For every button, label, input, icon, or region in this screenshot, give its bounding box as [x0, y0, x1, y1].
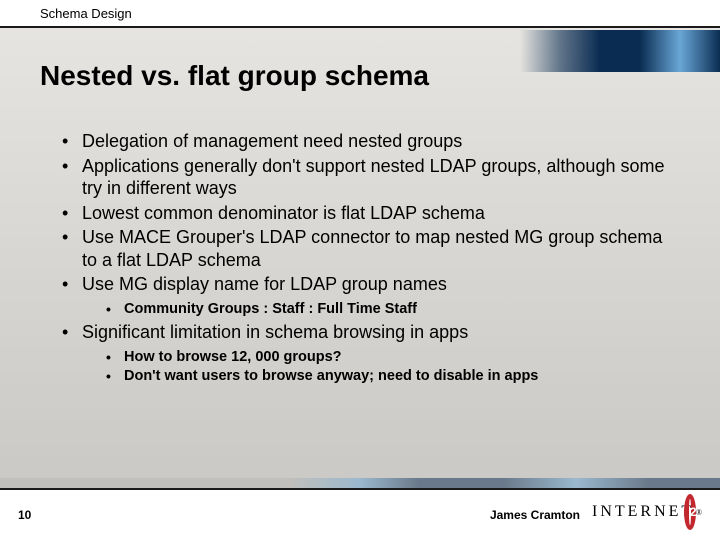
accent-strip — [520, 30, 720, 72]
footer: 10 James Cramton INTERNET 2 ® — [0, 488, 720, 540]
slide-number: 10 — [18, 508, 31, 522]
bullet-item: Delegation of management need nested gro… — [60, 130, 680, 153]
sub-bullet-list: How to browse 12, 000 groups? Don't want… — [82, 348, 680, 387]
bullet-item: Use MG display name for LDAP group names… — [60, 273, 680, 319]
internet2-logo: INTERNET 2 ® — [592, 490, 702, 534]
bullet-list: Delegation of management need nested gro… — [60, 130, 680, 387]
bullet-item: Applications generally don't support nes… — [60, 155, 680, 200]
section-label: Schema Design — [40, 6, 132, 21]
sub-bullet-list: Community Groups : Staff : Full Time Sta… — [82, 300, 680, 320]
slide: Schema Design Nested vs. flat group sche… — [0, 0, 720, 540]
content-area: Delegation of management need nested gro… — [60, 130, 680, 389]
sub-bullet-item: Community Groups : Staff : Full Time Sta… — [104, 300, 680, 320]
footer-accent — [0, 478, 720, 488]
sub-bullet-item: Don't want users to browse anyway; need … — [104, 367, 680, 387]
bullet-text: Significant limitation in schema browsin… — [82, 322, 468, 342]
slide-title: Nested vs. flat group schema — [40, 60, 429, 92]
sub-bullet-item: How to browse 12, 000 groups? — [104, 348, 680, 368]
bullet-item: Use MACE Grouper's LDAP connector to map… — [60, 226, 680, 271]
logo-ring-icon: 2 — [684, 494, 696, 530]
bullet-text: Use MG display name for LDAP group names — [82, 274, 447, 294]
bullet-item: Significant limitation in schema browsin… — [60, 321, 680, 387]
bullet-item: Lowest common denominator is flat LDAP s… — [60, 202, 680, 225]
logo-text: INTERNET — [592, 503, 694, 521]
top-bar: Schema Design — [0, 0, 720, 28]
author-name: James Cramton — [490, 508, 580, 522]
